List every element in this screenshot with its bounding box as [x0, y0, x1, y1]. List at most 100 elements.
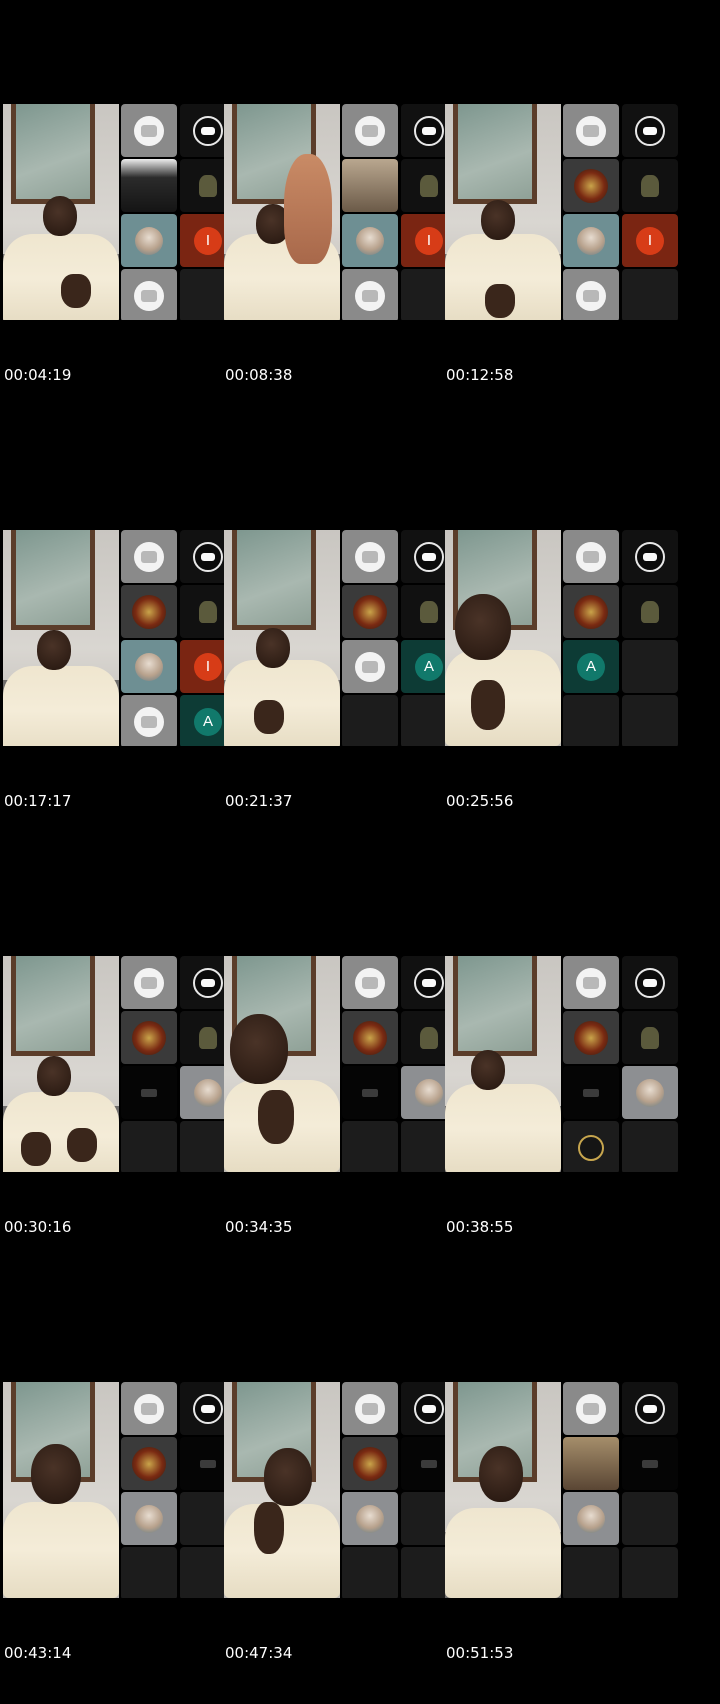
- participant-tile[interactable]: [121, 104, 177, 157]
- participant-tile[interactable]: [121, 1066, 177, 1119]
- participant-tile[interactable]: [121, 695, 177, 746]
- participant-tile[interactable]: [121, 269, 177, 320]
- frame-timestamp: 00:08:38: [225, 366, 293, 384]
- thumbnail-cell[interactable]: I 00:08:38: [221, 0, 457, 426]
- participant-camera-tile[interactable]: [121, 159, 177, 212]
- participant-tile[interactable]: [563, 214, 619, 267]
- participant-camera-tile[interactable]: [342, 159, 398, 212]
- participant-tile[interactable]: [121, 530, 177, 583]
- empty-tile: [622, 1492, 678, 1545]
- initial-avatar: I: [194, 652, 222, 681]
- participant-grid: I: [121, 104, 236, 320]
- group-logo-icon: [576, 541, 606, 572]
- thumbnail-cell[interactable]: 00:51:53: [442, 1278, 678, 1704]
- participant-tile[interactable]: [563, 1492, 619, 1545]
- empty-tile: [121, 1547, 177, 1598]
- participant-tile[interactable]: [342, 640, 398, 693]
- initial-avatar: A: [194, 707, 222, 736]
- participant-tile[interactable]: [121, 1437, 177, 1490]
- participant-grid: [563, 956, 678, 1172]
- participant-tile[interactable]: I: [622, 214, 678, 267]
- thumbnail-cell[interactable]: I 00:12:58: [442, 0, 678, 426]
- participant-tile[interactable]: [563, 1066, 619, 1119]
- participant-tile[interactable]: [342, 214, 398, 267]
- video-call-frame: [445, 1382, 678, 1598]
- participant-tile[interactable]: [342, 1066, 398, 1119]
- initial-avatar: I: [636, 226, 664, 255]
- frame-timestamp: 00:43:14: [4, 1644, 72, 1662]
- participant-tile[interactable]: [622, 1011, 678, 1064]
- participant-tile[interactable]: [563, 956, 619, 1009]
- thumbnail-cell[interactable]: 00:34:35: [221, 852, 457, 1278]
- participant-tile[interactable]: [342, 1437, 398, 1490]
- document-logo-icon: [355, 651, 385, 682]
- participant-tile[interactable]: [563, 104, 619, 157]
- participant-tile[interactable]: [121, 956, 177, 1009]
- participant-tile[interactable]: [563, 1011, 619, 1064]
- background-window: [11, 530, 95, 630]
- text-logo-icon: [200, 1459, 216, 1468]
- thumbnail-cell[interactable]: I 00:04:19: [0, 0, 236, 426]
- participant-tile[interactable]: [622, 585, 678, 638]
- profile-avatar-icon: [194, 1078, 222, 1107]
- participant-tile[interactable]: [342, 956, 398, 1009]
- document-logo-icon: [355, 280, 385, 311]
- empty-tile: [622, 640, 678, 693]
- soldier-avatar-icon: [199, 1026, 217, 1049]
- participant-tile[interactable]: [622, 1382, 678, 1435]
- participant-tile[interactable]: [342, 1382, 398, 1435]
- participant-tile[interactable]: [563, 1121, 619, 1172]
- brand-logo-icon: [414, 1393, 444, 1424]
- participant-tile[interactable]: [121, 1382, 177, 1435]
- empty-tile: [342, 695, 398, 746]
- participant-tile[interactable]: [622, 159, 678, 212]
- participant-tile[interactable]: [121, 585, 177, 638]
- speaker-head: [43, 196, 77, 236]
- participant-tile[interactable]: [342, 530, 398, 583]
- participant-tile[interactable]: [622, 956, 678, 1009]
- thumbnail-cell[interactable]: 00:38:55: [442, 852, 678, 1278]
- participant-tile[interactable]: [622, 1437, 678, 1490]
- initial-avatar: I: [194, 226, 222, 255]
- participant-tile[interactable]: [121, 640, 177, 693]
- emblem-icon: [574, 594, 608, 629]
- speaker-hand: [258, 1090, 294, 1144]
- brand-logo-icon: [414, 541, 444, 572]
- thumbnail-cell[interactable]: 00:30:16: [0, 852, 236, 1278]
- participant-tile[interactable]: [563, 269, 619, 320]
- participant-tile[interactable]: [121, 214, 177, 267]
- brand-logo-icon: [193, 967, 223, 998]
- participant-tile[interactable]: [563, 1382, 619, 1435]
- participant-tile[interactable]: [121, 1011, 177, 1064]
- participant-grid: A: [563, 530, 678, 746]
- thumbnail-cell[interactable]: A 00:21:37: [221, 426, 457, 852]
- participant-grid: [342, 1382, 457, 1598]
- participant-camera-tile[interactable]: [563, 1437, 619, 1490]
- video-call-frame: [224, 1382, 457, 1598]
- participant-tile[interactable]: [563, 159, 619, 212]
- group-logo-icon: [355, 1393, 385, 1424]
- participant-tile[interactable]: [342, 585, 398, 638]
- thumbnail-cell[interactable]: 00:43:14: [0, 1278, 236, 1704]
- participant-tile[interactable]: [342, 269, 398, 320]
- frame-timestamp: 00:34:35: [225, 1218, 293, 1236]
- participant-tile[interactable]: [622, 1066, 678, 1119]
- participant-tile[interactable]: [342, 1492, 398, 1545]
- participant-tile[interactable]: [342, 1011, 398, 1064]
- participant-tile[interactable]: [563, 585, 619, 638]
- participant-tile[interactable]: [121, 1492, 177, 1545]
- thumbnail-cell[interactable]: A 00:25:56: [442, 426, 678, 852]
- speaker-head: [37, 630, 71, 670]
- speaker-left-hand: [21, 1132, 51, 1166]
- frame-timestamp: 00:17:17: [4, 792, 72, 810]
- brand-logo-icon: [193, 1393, 223, 1424]
- participant-tile[interactable]: [622, 104, 678, 157]
- thumbnail-cell[interactable]: I A 00:17:17: [0, 426, 236, 852]
- participant-tile[interactable]: [622, 530, 678, 583]
- thumbnail-cell[interactable]: 00:47:34: [221, 1278, 457, 1704]
- participant-tile[interactable]: [563, 530, 619, 583]
- brand-logo-icon: [635, 967, 665, 998]
- main-speaker-video: [3, 104, 119, 320]
- participant-tile[interactable]: [342, 104, 398, 157]
- participant-tile[interactable]: A: [563, 640, 619, 693]
